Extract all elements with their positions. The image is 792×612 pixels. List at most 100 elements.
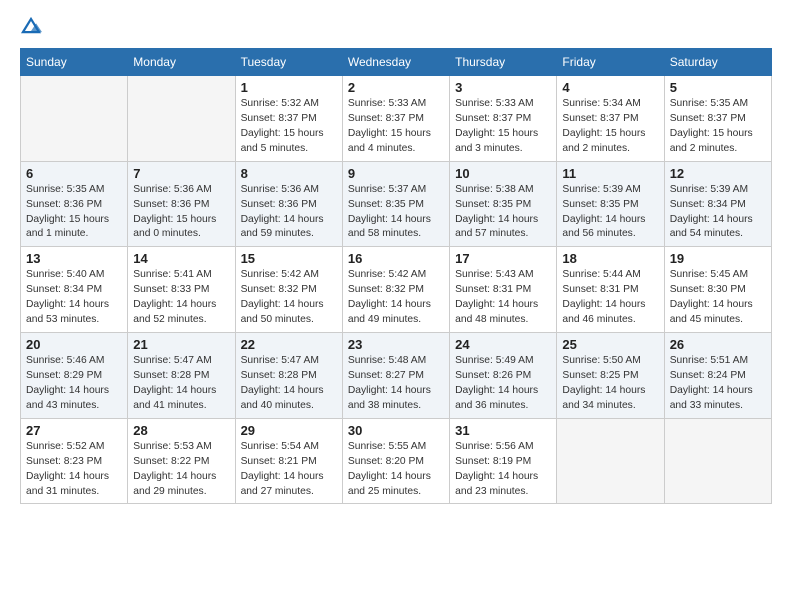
- day-info: Sunrise: 5:33 AMSunset: 8:37 PMDaylight:…: [455, 97, 551, 157]
- calendar-day-cell: [128, 76, 235, 162]
- day-number: 13: [26, 251, 122, 266]
- calendar-day-cell: 5 Sunrise: 5:35 AMSunset: 8:37 PMDaylight…: [664, 76, 771, 162]
- day-number: 14: [133, 251, 229, 266]
- day-number: 21: [133, 337, 229, 352]
- weekday-header-monday: Monday: [128, 49, 235, 76]
- day-number: 8: [241, 166, 337, 181]
- calendar-day-cell: 31 Sunrise: 5:56 AMSunset: 8:19 PMDayligh…: [450, 418, 557, 504]
- day-number: 30: [348, 423, 444, 438]
- calendar-day-cell: 27Sunrise: 5:52 AMSunset: 8:23 PMDayligh…: [21, 418, 128, 504]
- calendar-day-cell: 25Sunrise: 5:50 AMSunset: 8:25 PMDayligh…: [557, 333, 664, 419]
- calendar-week-row: 13 Sunrise: 5:40 AMSunset: 8:34 PMDayligh…: [21, 247, 772, 333]
- day-number: 16: [348, 251, 444, 266]
- day-number: 2: [348, 80, 444, 95]
- day-number: 4: [562, 80, 658, 95]
- day-number: 25: [562, 337, 658, 352]
- calendar-day-cell: 10 Sunrise: 5:38 AMSunset: 8:35 PMDayligh…: [450, 161, 557, 247]
- logo: [20, 16, 46, 38]
- calendar-day-cell: 29 Sunrise: 5:54 AMSunset: 8:21 PMDayligh…: [235, 418, 342, 504]
- day-number: 26: [670, 337, 766, 352]
- day-info: Sunrise: 5:39 AMSunset: 8:35 PMDaylight:…: [562, 183, 658, 243]
- calendar-day-cell: 4 Sunrise: 5:34 AMSunset: 8:37 PMDaylight…: [557, 76, 664, 162]
- weekday-header-friday: Friday: [557, 49, 664, 76]
- day-info: Sunrise: 5:41 AMSunset: 8:33 PMDaylight:…: [133, 268, 229, 328]
- header: [20, 16, 772, 38]
- day-info: Sunrise: 5:47 AMSunset: 8:28 PMDaylight:…: [133, 354, 229, 414]
- day-info: Sunrise: 5:47 AMSunset: 8:28 PMDaylight:…: [241, 354, 337, 414]
- day-info: Sunrise: 5:36 AMSunset: 8:36 PMDaylight:…: [133, 183, 229, 243]
- day-number: 10: [455, 166, 551, 181]
- calendar-day-cell: [21, 76, 128, 162]
- calendar-day-cell: 30 Sunrise: 5:55 AMSunset: 8:20 PMDayligh…: [342, 418, 449, 504]
- day-info: Sunrise: 5:37 AMSunset: 8:35 PMDaylight:…: [348, 183, 444, 243]
- calendar-day-cell: 3Sunrise: 5:33 AMSunset: 8:37 PMDaylight…: [450, 76, 557, 162]
- day-info: Sunrise: 5:46 AMSunset: 8:29 PMDaylight:…: [26, 354, 122, 414]
- calendar-day-cell: 2 Sunrise: 5:33 AMSunset: 8:37 PMDaylight…: [342, 76, 449, 162]
- day-number: 7: [133, 166, 229, 181]
- day-info: Sunrise: 5:54 AMSunset: 8:21 PMDaylight:…: [241, 440, 337, 500]
- day-info: Sunrise: 5:55 AMSunset: 8:20 PMDaylight:…: [348, 440, 444, 500]
- day-number: 9: [348, 166, 444, 181]
- calendar-day-cell: 26 Sunrise: 5:51 AMSunset: 8:24 PMDayligh…: [664, 333, 771, 419]
- day-info: Sunrise: 5:48 AMSunset: 8:27 PMDaylight:…: [348, 354, 444, 414]
- day-number: 18: [562, 251, 658, 266]
- calendar-day-cell: 14 Sunrise: 5:41 AMSunset: 8:33 PMDayligh…: [128, 247, 235, 333]
- day-info: Sunrise: 5:35 AMSunset: 8:36 PMDaylight:…: [26, 183, 122, 243]
- weekday-header-thursday: Thursday: [450, 49, 557, 76]
- day-number: 6: [26, 166, 122, 181]
- calendar-day-cell: 19 Sunrise: 5:45 AMSunset: 8:30 PMDayligh…: [664, 247, 771, 333]
- calendar-day-cell: 8 Sunrise: 5:36 AMSunset: 8:36 PMDaylight…: [235, 161, 342, 247]
- weekday-header-tuesday: Tuesday: [235, 49, 342, 76]
- calendar-day-cell: 21 Sunrise: 5:47 AMSunset: 8:28 PMDayligh…: [128, 333, 235, 419]
- day-info: Sunrise: 5:40 AMSunset: 8:34 PMDaylight:…: [26, 268, 122, 328]
- calendar-day-cell: 6 Sunrise: 5:35 AMSunset: 8:36 PMDaylight…: [21, 161, 128, 247]
- day-number: 24: [455, 337, 551, 352]
- calendar-week-row: 27Sunrise: 5:52 AMSunset: 8:23 PMDayligh…: [21, 418, 772, 504]
- day-number: 23: [348, 337, 444, 352]
- calendar-table: SundayMondayTuesdayWednesdayThursdayFrid…: [20, 48, 772, 504]
- day-number: 12: [670, 166, 766, 181]
- calendar-day-cell: 13 Sunrise: 5:40 AMSunset: 8:34 PMDayligh…: [21, 247, 128, 333]
- calendar-day-cell: 9 Sunrise: 5:37 AMSunset: 8:35 PMDaylight…: [342, 161, 449, 247]
- day-info: Sunrise: 5:45 AMSunset: 8:30 PMDaylight:…: [670, 268, 766, 328]
- day-info: Sunrise: 5:56 AMSunset: 8:19 PMDaylight:…: [455, 440, 551, 500]
- calendar-day-cell: [664, 418, 771, 504]
- day-info: Sunrise: 5:42 AMSunset: 8:32 PMDaylight:…: [241, 268, 337, 328]
- day-info: Sunrise: 5:34 AMSunset: 8:37 PMDaylight:…: [562, 97, 658, 157]
- calendar-day-cell: 11 Sunrise: 5:39 AMSunset: 8:35 PMDayligh…: [557, 161, 664, 247]
- calendar-day-cell: 1 Sunrise: 5:32 AMSunset: 8:37 PMDaylight…: [235, 76, 342, 162]
- calendar-day-cell: 17Sunrise: 5:43 AMSunset: 8:31 PMDayligh…: [450, 247, 557, 333]
- day-info: Sunrise: 5:38 AMSunset: 8:35 PMDaylight:…: [455, 183, 551, 243]
- day-info: Sunrise: 5:33 AMSunset: 8:37 PMDaylight:…: [348, 97, 444, 157]
- day-info: Sunrise: 5:44 AMSunset: 8:31 PMDaylight:…: [562, 268, 658, 328]
- calendar-day-cell: 18 Sunrise: 5:44 AMSunset: 8:31 PMDayligh…: [557, 247, 664, 333]
- calendar-day-cell: 20 Sunrise: 5:46 AMSunset: 8:29 PMDayligh…: [21, 333, 128, 419]
- calendar-day-cell: 28 Sunrise: 5:53 AMSunset: 8:22 PMDayligh…: [128, 418, 235, 504]
- day-number: 27: [26, 423, 122, 438]
- day-number: 1: [241, 80, 337, 95]
- day-info: Sunrise: 5:42 AMSunset: 8:32 PMDaylight:…: [348, 268, 444, 328]
- day-number: 20: [26, 337, 122, 352]
- calendar-day-cell: 7 Sunrise: 5:36 AMSunset: 8:36 PMDaylight…: [128, 161, 235, 247]
- day-info: Sunrise: 5:51 AMSunset: 8:24 PMDaylight:…: [670, 354, 766, 414]
- day-info: Sunrise: 5:53 AMSunset: 8:22 PMDaylight:…: [133, 440, 229, 500]
- day-number: 5: [670, 80, 766, 95]
- day-number: 19: [670, 251, 766, 266]
- weekday-header-saturday: Saturday: [664, 49, 771, 76]
- day-number: 11: [562, 166, 658, 181]
- calendar-day-cell: 22 Sunrise: 5:47 AMSunset: 8:28 PMDayligh…: [235, 333, 342, 419]
- weekday-header-sunday: Sunday: [21, 49, 128, 76]
- day-number: 22: [241, 337, 337, 352]
- day-info: Sunrise: 5:32 AMSunset: 8:37 PMDaylight:…: [241, 97, 337, 157]
- calendar-day-cell: 16 Sunrise: 5:42 AMSunset: 8:32 PMDayligh…: [342, 247, 449, 333]
- calendar-day-cell: 24 Sunrise: 5:49 AMSunset: 8:26 PMDayligh…: [450, 333, 557, 419]
- day-info: Sunrise: 5:36 AMSunset: 8:36 PMDaylight:…: [241, 183, 337, 243]
- day-number: 29: [241, 423, 337, 438]
- day-info: Sunrise: 5:49 AMSunset: 8:26 PMDaylight:…: [455, 354, 551, 414]
- day-number: 31: [455, 423, 551, 438]
- day-info: Sunrise: 5:35 AMSunset: 8:37 PMDaylight:…: [670, 97, 766, 157]
- day-number: 15: [241, 251, 337, 266]
- logo-icon: [20, 16, 42, 38]
- calendar-day-cell: [557, 418, 664, 504]
- day-number: 28: [133, 423, 229, 438]
